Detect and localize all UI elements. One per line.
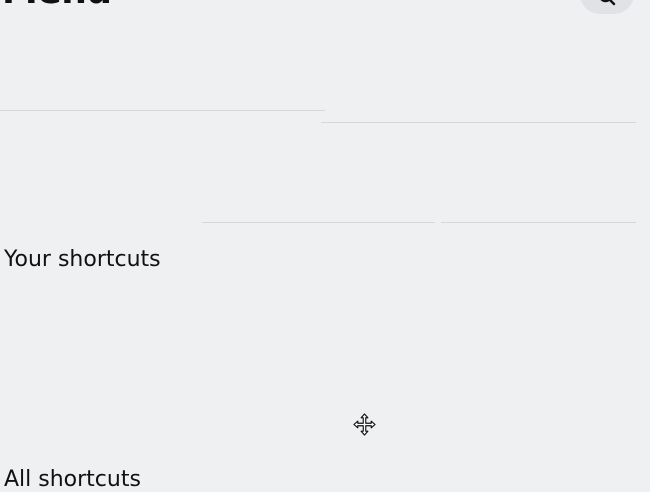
divider	[441, 222, 636, 223]
divider	[0, 110, 325, 111]
search-icon	[600, 0, 616, 6]
search-button[interactable]	[580, 0, 634, 14]
page-title: Menu	[2, 0, 112, 10]
divider	[202, 222, 435, 223]
your-shortcuts-heading: Your shortcuts	[4, 247, 161, 272]
shortcuts-area	[0, 285, 650, 460]
divider	[321, 122, 636, 123]
move-cursor-icon	[353, 413, 376, 436]
